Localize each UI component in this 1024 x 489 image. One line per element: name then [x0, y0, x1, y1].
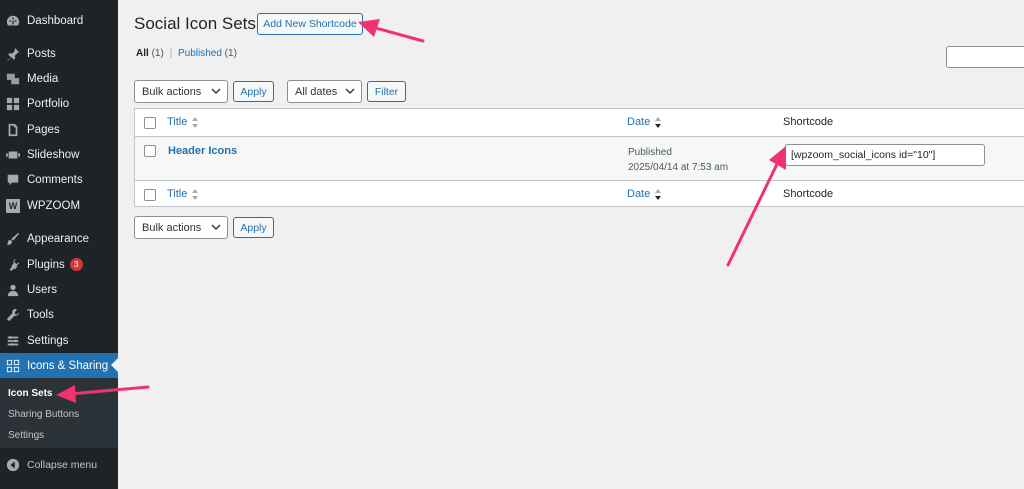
active-menu-indicator: [111, 358, 118, 372]
collapse-arrow-icon: [6, 458, 20, 472]
table-row: Header Icons Published 2025/04/14 at 7:5…: [135, 136, 1024, 181]
sort-desc-icon: [655, 188, 662, 200]
sort-desc-icon: [655, 116, 662, 128]
sidebar-submenu: Icon Sets Sharing Buttons Settings: [0, 378, 118, 448]
arrow-to-add-new-button: [358, 19, 425, 43]
sort-both-icon: [192, 188, 199, 200]
page-title: Social Icon Sets: [134, 14, 256, 33]
bulk-actions-select-bottom[interactable]: Bulk actions: [134, 216, 228, 239]
shortcodes-table: Title Date Shortcode Header Icons Publis…: [134, 108, 1024, 207]
sidebar-item-pages[interactable]: Pages: [0, 117, 118, 142]
portfolio-icon: [6, 97, 20, 111]
filter-published-link[interactable]: Published: [178, 48, 222, 59]
shortcode-field[interactable]: [785, 144, 985, 166]
column-title-sort[interactable]: Title: [167, 116, 199, 128]
column-shortcode-footer: Shortcode: [783, 188, 834, 200]
filter-button[interactable]: Filter: [367, 81, 406, 102]
search-input[interactable]: [946, 46, 1024, 68]
filter-all-count: (1): [151, 48, 164, 59]
apply-button-top[interactable]: Apply: [233, 81, 274, 102]
filter-published-count: (1): [224, 48, 237, 59]
row-title-link[interactable]: Header Icons: [168, 145, 237, 157]
chevron-down-icon: [345, 88, 355, 94]
comment-icon: [6, 173, 20, 187]
row-checkbox[interactable]: [144, 145, 156, 157]
sort-both-icon: [192, 116, 199, 128]
annotation-arrows: [56, 19, 786, 403]
sidebar-item-slideshow[interactable]: Slideshow: [0, 142, 118, 167]
sidebar-item-users[interactable]: Users: [0, 277, 118, 302]
chevron-down-icon: [211, 88, 221, 94]
column-title-sort-footer[interactable]: Title: [167, 188, 199, 200]
collapse-menu-button[interactable]: Collapse menu: [0, 452, 118, 477]
filter-all-link[interactable]: All: [136, 48, 149, 59]
bulk-actions-select-top[interactable]: Bulk actions: [134, 80, 228, 103]
submenu-item-settings[interactable]: Settings: [8, 430, 44, 441]
date-filter-select[interactable]: All dates: [287, 80, 362, 103]
select-all-checkbox[interactable]: [144, 117, 156, 129]
row-date-value: 2025/04/14 at 7:53 am: [628, 162, 729, 173]
filter-separator: |: [169, 48, 173, 59]
wrench-icon: [6, 308, 20, 322]
chevron-down-icon: [211, 224, 221, 230]
column-date-sort[interactable]: Date: [627, 116, 662, 128]
row-date: Published 2025/04/14 at 7:53 am: [628, 145, 728, 175]
column-shortcode: Shortcode: [783, 116, 834, 128]
table-header-row: Title Date Shortcode: [135, 109, 1024, 136]
dashboard-icon: [6, 14, 20, 28]
admin-sidebar: Dashboard Posts Media Portfolio Pages Sl…: [0, 0, 118, 489]
sidebar-item-portfolio[interactable]: Portfolio: [0, 91, 118, 116]
apply-button-bottom[interactable]: Apply: [233, 217, 274, 238]
sidebar-item-dashboard[interactable]: Dashboard: [0, 8, 118, 33]
sidebar-item-icons-sharing[interactable]: Icons & Sharing: [0, 353, 118, 378]
row-status: Published: [628, 147, 672, 158]
submenu-item-icon-sets[interactable]: Icon Sets: [8, 388, 52, 399]
brush-icon: [6, 232, 20, 246]
sidebar-item-posts[interactable]: Posts: [0, 41, 118, 66]
select-all-checkbox-footer[interactable]: [144, 189, 156, 201]
icons-sharing-icon: [6, 359, 20, 373]
add-new-shortcode-button[interactable]: Add New Shortcode: [257, 13, 363, 35]
pages-icon: [6, 123, 20, 137]
submenu-item-sharing-buttons[interactable]: Sharing Buttons: [8, 409, 79, 420]
user-icon: [6, 283, 20, 297]
settings-icon: [6, 334, 20, 348]
pin-icon: [6, 47, 20, 61]
slideshow-icon: [6, 148, 20, 162]
table-footer-row: Title Date Shortcode: [135, 181, 1024, 208]
plugins-update-badge: 3: [69, 258, 83, 271]
wpzoom-icon: W: [6, 198, 20, 213]
column-date-sort-footer[interactable]: Date: [627, 188, 662, 200]
sidebar-item-appearance[interactable]: Appearance: [0, 226, 118, 251]
sidebar-item-media[interactable]: Media: [0, 66, 118, 91]
sidebar-item-plugins[interactable]: Plugins 3: [0, 252, 118, 277]
sidebar-item-wpzoom[interactable]: W WPZOOM: [0, 193, 118, 218]
sidebar-item-tools[interactable]: Tools: [0, 302, 118, 327]
media-icon: [6, 72, 20, 86]
plugin-icon: [6, 258, 20, 272]
sidebar-item-settings[interactable]: Settings: [0, 328, 118, 353]
status-filter-links: All (1) | Published (1): [136, 48, 237, 59]
sidebar-item-comments[interactable]: Comments: [0, 167, 118, 192]
